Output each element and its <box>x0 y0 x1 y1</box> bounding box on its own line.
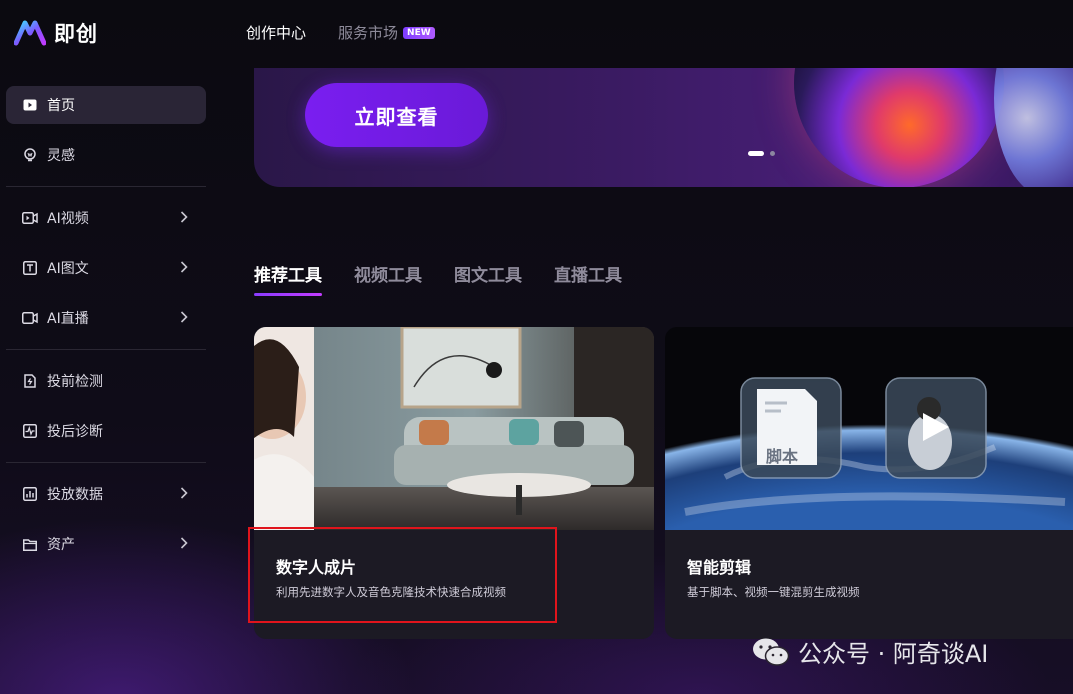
carousel-dot-active[interactable] <box>748 151 764 156</box>
nav-creation-center[interactable]: 创作中心 <box>246 22 306 43</box>
sidebar-item-ai-video[interactable]: AI视频 <box>6 199 206 237</box>
bulb-icon <box>22 147 38 163</box>
jichuang-logo-icon <box>14 20 46 46</box>
sidebar-item-label: 投放数据 <box>47 487 103 503</box>
sidebar-item-label: AI直播 <box>47 311 89 327</box>
card-title: 智能剪辑 <box>687 558 752 577</box>
chevron-right-icon <box>180 537 188 549</box>
wechat-watermark: 公众号 · 阿奇谈AI <box>752 634 988 669</box>
sidebar-item-label: 投后诊断 <box>47 424 103 440</box>
sidebar-item-home[interactable]: 首页 <box>6 86 206 124</box>
smart-editing-preview-image: 脚本 <box>665 327 1073 530</box>
view-now-button[interactable]: 立即查看 <box>305 83 488 147</box>
banner-3d-shape-image <box>994 68 1073 187</box>
sidebar-divider <box>6 349 206 350</box>
tab-recommended-tools[interactable]: 推荐工具 <box>254 261 322 296</box>
hero-banner[interactable]: 立即查看 <box>254 68 1073 187</box>
sidebar-item-label: 资产 <box>47 537 75 553</box>
highlight-annotation-box <box>248 527 557 623</box>
sidebar-item-pre-check[interactable]: 投前检测 <box>6 362 206 400</box>
sidebar: 首页 灵感 AI视频 AI图文 AI直播 投前检测 投后诊断 投放数据 资产 <box>6 86 206 575</box>
tab-video-tools[interactable]: 视频工具 <box>354 261 422 296</box>
new-badge: NEW <box>403 26 435 39</box>
sidebar-item-label: AI视频 <box>47 211 89 227</box>
chevron-right-icon <box>180 311 188 323</box>
app-name: 即创 <box>54 22 98 46</box>
wechat-icon <box>753 638 790 666</box>
nav-label: 服务市场 <box>338 24 399 42</box>
home-play-icon <box>22 97 38 113</box>
sidebar-item-label: 灵感 <box>47 148 75 164</box>
tab-live-tools[interactable]: 直播工具 <box>554 261 622 296</box>
top-nav: 创作中心 服务市场 NEW <box>246 22 435 43</box>
chevron-right-icon <box>180 487 188 499</box>
tool-card-smart-editing[interactable]: 脚本 智能剪辑 基于脚本、视频一键混剪生成视频 <box>665 327 1073 639</box>
sidebar-divider <box>6 462 206 463</box>
sidebar-item-ad-data[interactable]: 投放数据 <box>6 475 206 513</box>
card-description: 基于脚本、视频一键混剪生成视频 <box>687 585 860 599</box>
top-bar: 即创 创作中心 服务市场 NEW <box>0 0 1073 68</box>
nav-label: 创作中心 <box>246 24 307 42</box>
nav-service-market[interactable]: 服务市场 NEW <box>338 22 435 43</box>
sidebar-item-ai-live[interactable]: AI直播 <box>6 299 206 337</box>
video-icon <box>22 210 38 226</box>
carousel-dot[interactable] <box>770 151 775 156</box>
app-root: 即创 创作中心 服务市场 NEW 首页 灵感 AI视频 AI图文 AI直播 投前… <box>0 0 1073 694</box>
chevron-right-icon <box>180 261 188 273</box>
carousel-indicator <box>748 151 775 156</box>
tab-image-text-tools[interactable]: 图文工具 <box>454 261 522 296</box>
watermark-text: 公众号 · 阿奇谈AI <box>798 640 989 668</box>
sidebar-item-inspiration[interactable]: 灵感 <box>6 136 206 174</box>
earth-illustration <box>665 327 1073 530</box>
sidebar-item-ai-text-image[interactable]: AI图文 <box>6 249 206 287</box>
chevron-right-icon <box>180 211 188 223</box>
sidebar-item-label: 首页 <box>47 98 75 114</box>
script-label: 脚本 <box>766 447 799 466</box>
tool-tabs: 推荐工具 视频工具 图文工具 直播工具 <box>254 261 622 296</box>
sidebar-item-assets[interactable]: 资产 <box>6 525 206 563</box>
sidebar-item-label: 投前检测 <box>47 374 103 390</box>
bar-chart-icon <box>22 486 38 502</box>
live-icon <box>22 310 38 326</box>
app-logo[interactable]: 即创 <box>14 18 98 48</box>
sidebar-divider <box>6 186 206 187</box>
living-room-illustration <box>254 327 654 530</box>
sidebar-item-label: AI图文 <box>47 261 89 277</box>
banner-3d-orb-image <box>794 68 1004 187</box>
document-check-icon <box>22 373 38 389</box>
pulse-icon <box>22 423 38 439</box>
sidebar-item-post-diagnosis[interactable]: 投后诊断 <box>6 412 206 450</box>
digital-human-preview-image <box>254 327 654 530</box>
text-image-icon <box>22 260 38 276</box>
folder-icon <box>22 536 38 552</box>
